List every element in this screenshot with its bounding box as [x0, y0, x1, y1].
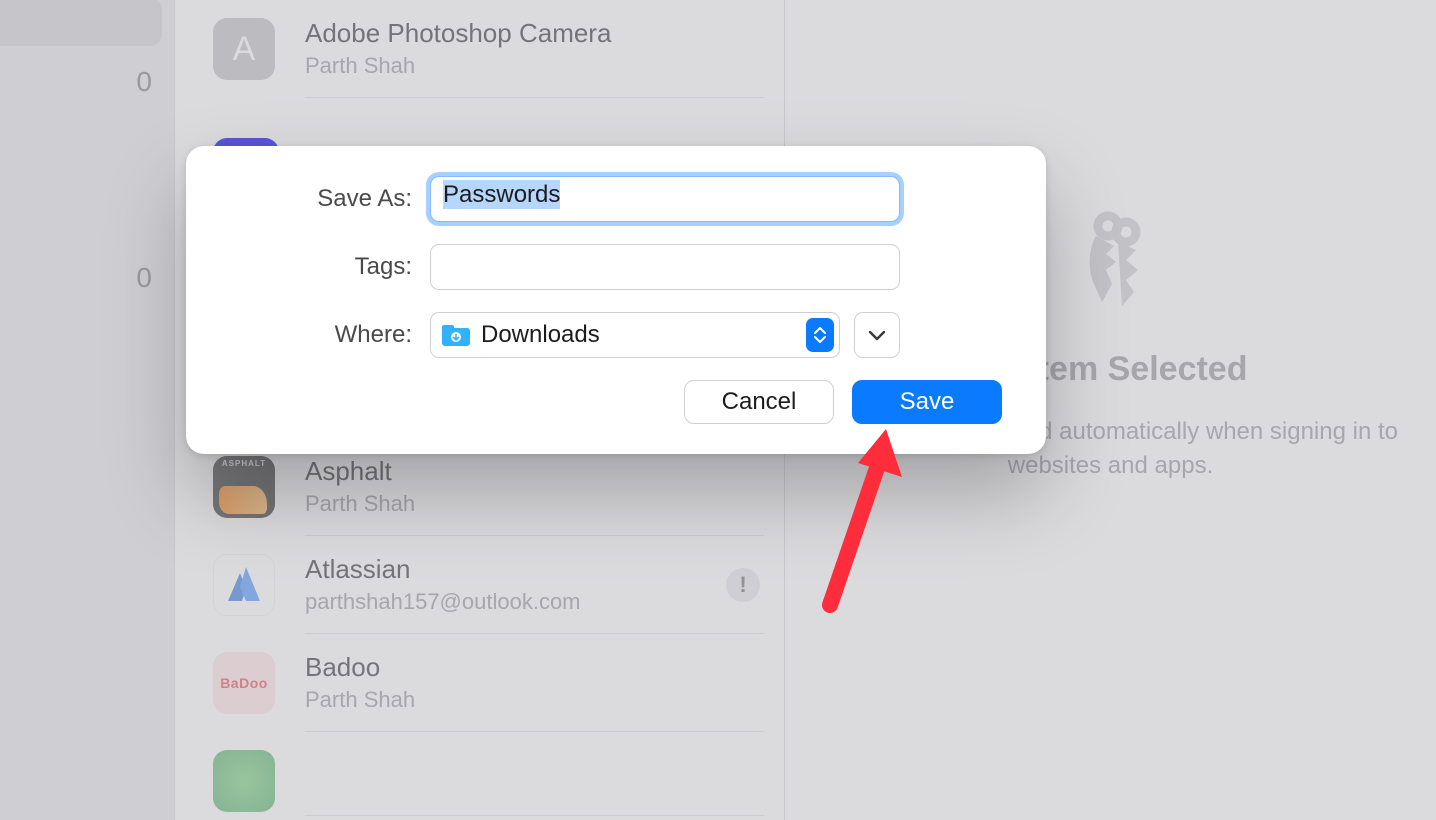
save-button[interactable]: Save [852, 380, 1002, 424]
where-stepper-icon[interactable] [806, 318, 834, 352]
cancel-button[interactable]: Cancel [684, 380, 834, 424]
where-value: Downloads [481, 321, 600, 349]
where-select[interactable]: Downloads [430, 312, 840, 358]
save-as-label: Save As: [230, 185, 430, 213]
save-as-input[interactable]: Passwords [430, 176, 900, 222]
chevron-down-icon [868, 329, 886, 341]
tags-input[interactable] [430, 244, 900, 290]
expand-button[interactable] [854, 312, 900, 358]
save-as-value: Passwords [443, 180, 560, 209]
save-dialog: Save As: Passwords Tags: Where: [186, 146, 1046, 454]
cancel-label: Cancel [722, 388, 797, 416]
tags-label: Tags: [230, 253, 430, 281]
where-label: Where: [230, 321, 430, 349]
folder-icon [441, 323, 471, 347]
save-label: Save [900, 388, 955, 416]
